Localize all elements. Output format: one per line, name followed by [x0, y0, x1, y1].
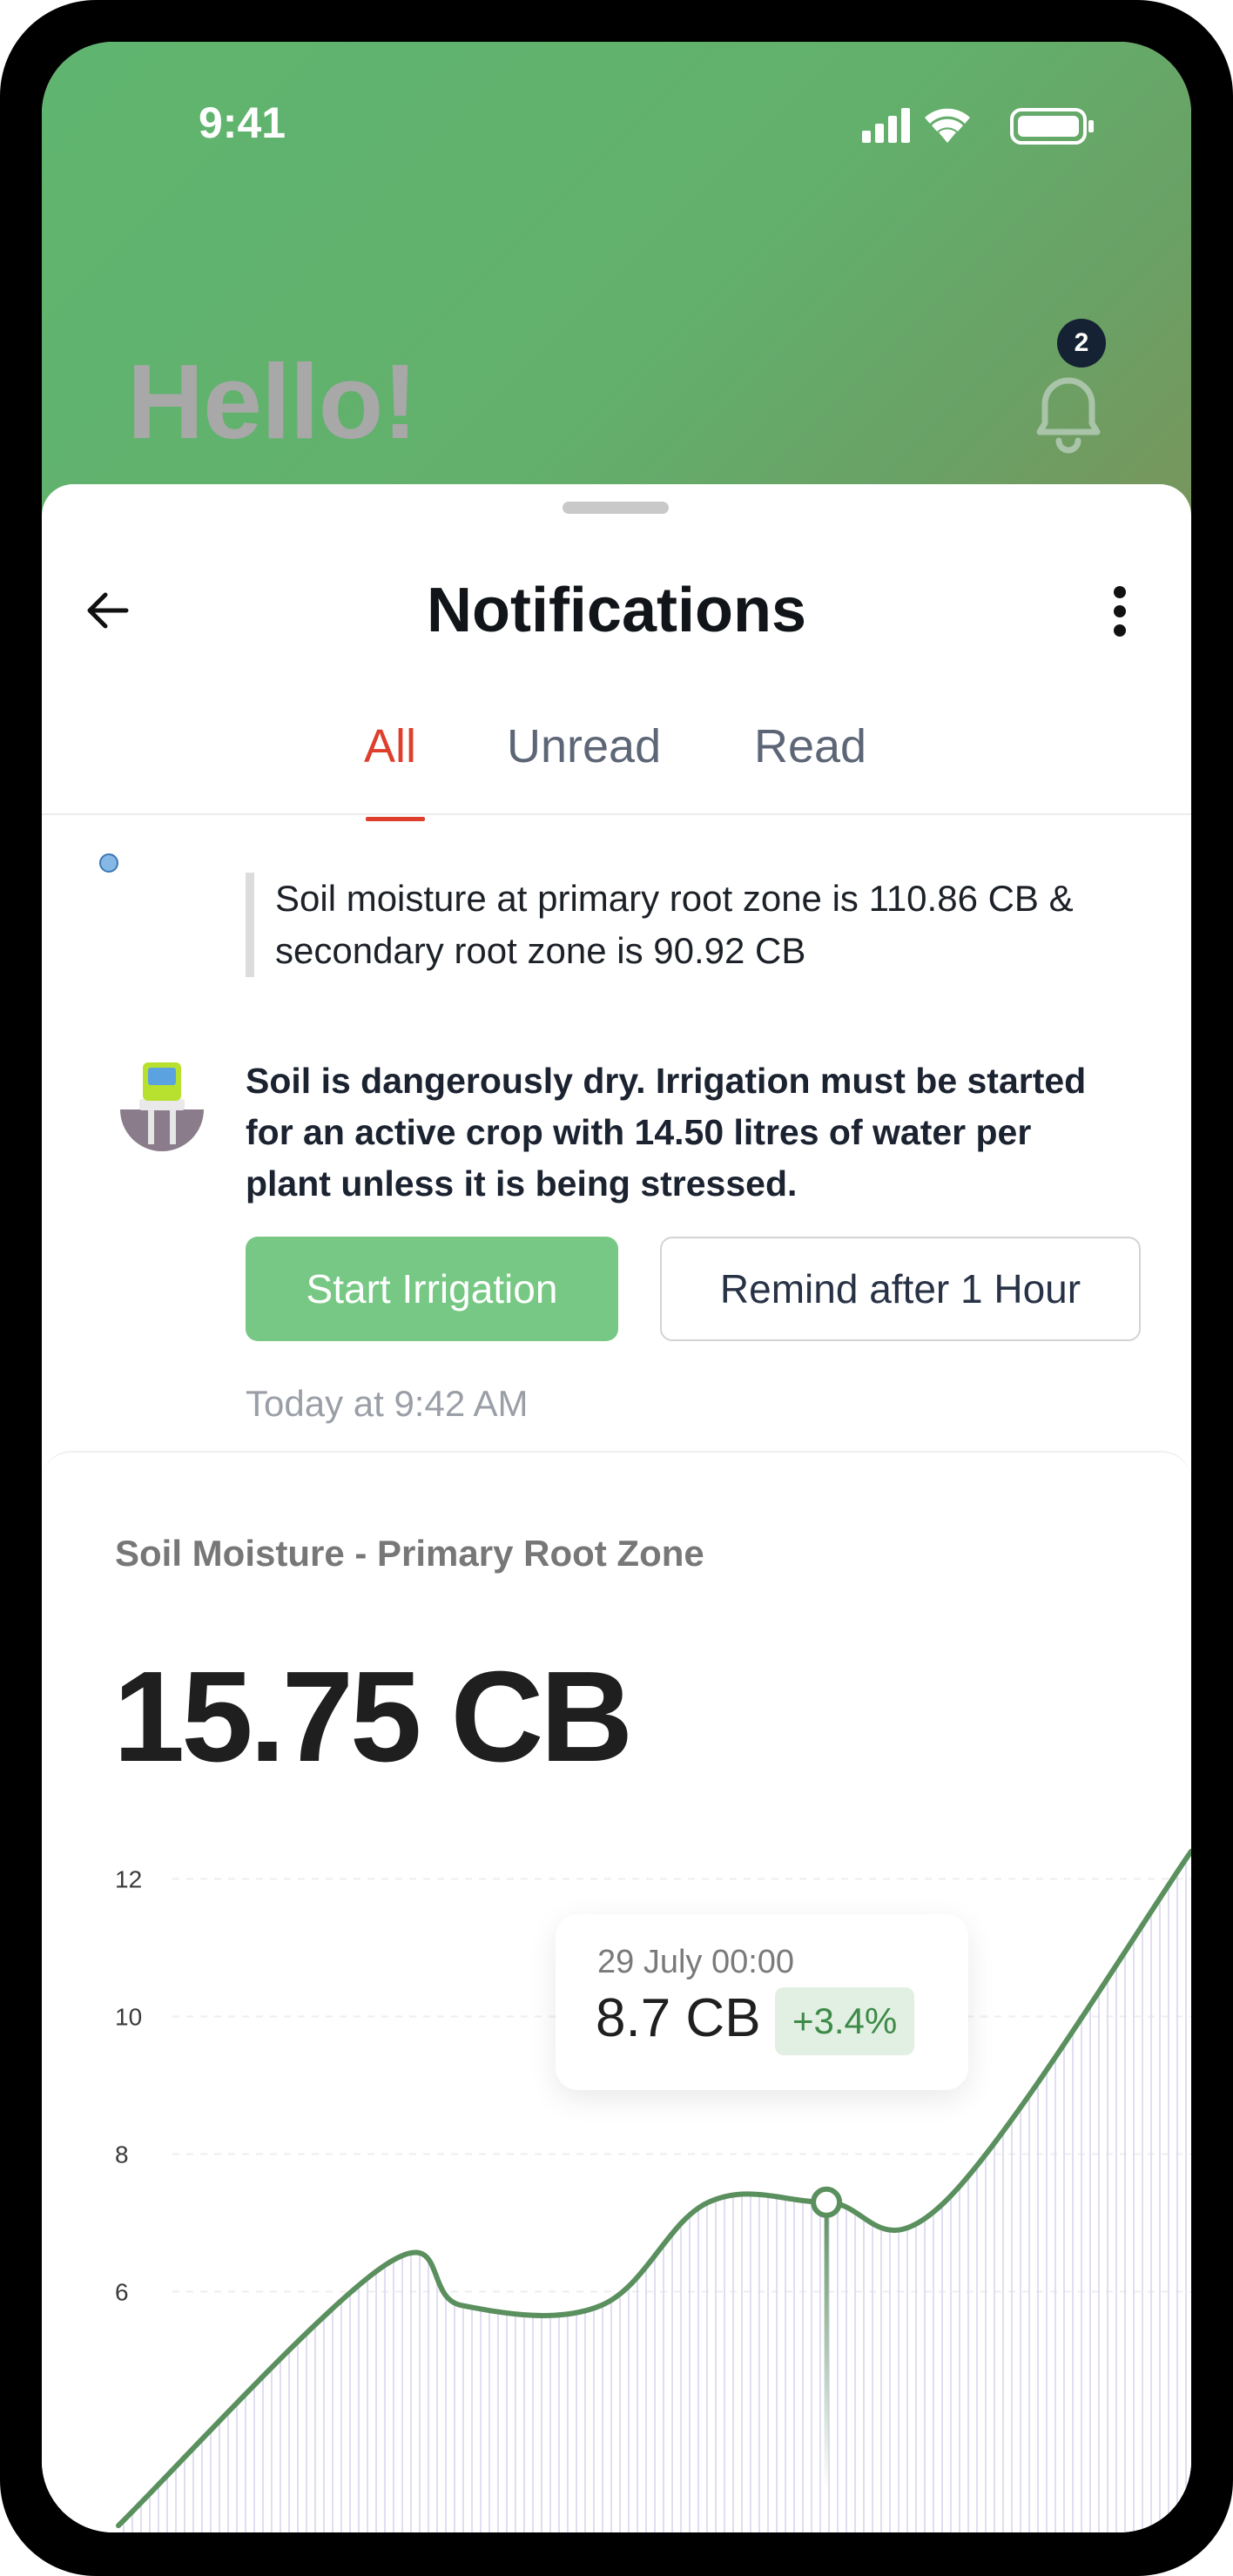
start-irrigation-button[interactable]: Start Irrigation [246, 1237, 618, 1341]
unread-indicator [99, 853, 118, 873]
notification-message: Soil is dangerously dry. Irrigation must… [246, 1061, 1087, 1204]
wifi-icon [925, 108, 970, 143]
tooltip-date: 29 July 00:00 [597, 1944, 795, 1980]
signal-icon [862, 108, 910, 143]
chart-tooltip: 29 July 00:00 8.7 CB +3.4% [556, 1914, 968, 2090]
battery-icon [1010, 108, 1094, 145]
y-tick-label: 6 [115, 2279, 129, 2306]
active-tab-indicator [366, 817, 425, 821]
header-banner: 9:41 Hello! 2 [42, 42, 1191, 529]
y-tick-label: 12 [115, 1866, 142, 1893]
notification-count-badge: 2 [1057, 319, 1106, 368]
metric-label: Soil Moisture - Primary Root Zone [115, 1533, 704, 1574]
bell-icon[interactable] [1021, 359, 1116, 463]
sheet-grabber[interactable] [563, 502, 669, 514]
soil-sensor-icon [118, 1057, 206, 1156]
page-title: Notifications [426, 576, 806, 645]
soil-moisture-card: Soil Moisture - Primary Root Zone 15.75 … [42, 1451, 1191, 2532]
tooltip-value: 8.7 CB [596, 1988, 761, 2048]
notifications-sheet: Notifications All Unread Read Soil moist… [42, 484, 1191, 2532]
more-vertical-icon [1114, 586, 1126, 637]
remind-later-button[interactable]: Remind after 1 Hour [660, 1237, 1141, 1341]
device-frame: 9:41 Hello! 2 Notifications All Unread R… [0, 0, 1233, 2576]
notification-timestamp: Today at 9:42 AM [246, 1383, 529, 1424]
greeting: Hello! [127, 342, 418, 461]
chart-highlight-point [811, 2186, 843, 2218]
tab-bar: All Unread Read [42, 697, 1191, 815]
notification-quote: Soil moisture at primary root zone is 11… [246, 873, 1155, 977]
y-tick-label: 8 [115, 2141, 129, 2168]
app-screen: 9:41 Hello! 2 Notifications All Unread R… [42, 42, 1191, 2532]
tab-read[interactable]: Read [754, 719, 866, 773]
tab-all[interactable]: All [364, 719, 416, 773]
y-tick-label: 10 [115, 2004, 142, 2031]
status-time: 9:41 [199, 98, 286, 147]
metric-value: 15.75 CB [113, 1645, 633, 1789]
status-icons [862, 105, 1097, 151]
tab-unread[interactable]: Unread [507, 719, 661, 773]
tooltip-change-badge: +3.4% [775, 1987, 915, 2055]
chart-cursor [824, 2202, 829, 2490]
more-options-button[interactable] [1094, 580, 1146, 643]
